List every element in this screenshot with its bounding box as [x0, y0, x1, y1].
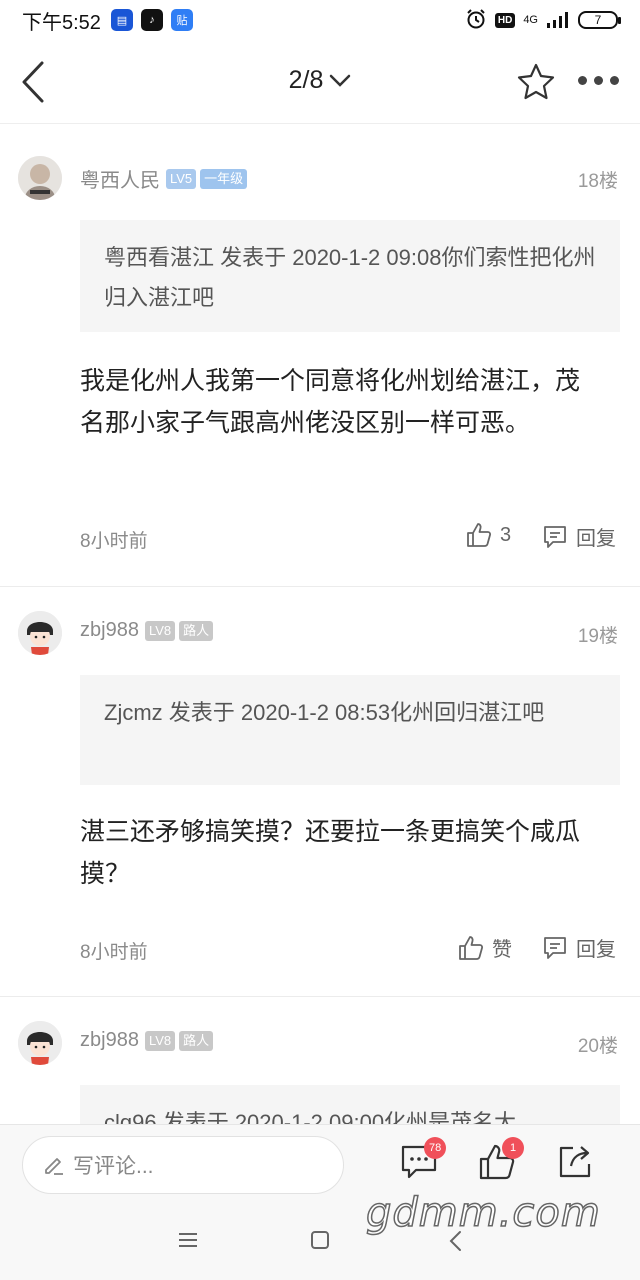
- reply-label: 回复: [576, 528, 616, 550]
- reply-button[interactable]: 回复: [542, 933, 616, 962]
- avatar[interactable]: [18, 611, 62, 655]
- comment-placeholder: 写评论...: [73, 1155, 154, 1178]
- floor-number: 18楼: [577, 171, 618, 192]
- title-badge: 路人: [179, 620, 214, 641]
- user-row: zbj988 LV8 路人: [80, 619, 214, 642]
- comment-input[interactable]: 写评论...: [22, 1136, 344, 1194]
- hd-badge: HD: [494, 12, 516, 28]
- avatar[interactable]: [18, 156, 62, 200]
- quote-block[interactable]: 粤西看湛江 发表于 2020-1-2 09:08你们索性把化州归入湛江吧: [80, 220, 620, 332]
- comment-icon: [544, 936, 566, 959]
- post-time: 8小时前: [80, 531, 148, 552]
- network-label: 4G: [523, 14, 538, 26]
- like-count: 3: [500, 523, 512, 546]
- signal-icon: [546, 10, 570, 31]
- like-button[interactable]: 赞: [458, 933, 512, 962]
- post-20: zbj988 LV8 路人 20楼 clq96 发表于 2020-1-2 09:…: [0, 997, 640, 1124]
- share-button[interactable]: [556, 1143, 594, 1186]
- thumbs-up-icon: [467, 523, 492, 547]
- title-badge: 一年级: [200, 168, 248, 189]
- post-content: 湛三还矛够搞笑摸？还要拉一条更搞笑个咸瓜摸？: [80, 818, 581, 888]
- post-content: 我是化州人我第一个同意将化州划给湛江，茂名那小家子气跟高州佬没区别一样可恶。: [80, 367, 581, 437]
- likes-count-badge: 1: [502, 1137, 524, 1159]
- username[interactable]: 粤西人民: [80, 164, 160, 193]
- user-row: zbj988 LV8 路人: [80, 1029, 214, 1052]
- username[interactable]: zbj988: [80, 1029, 139, 1052]
- like-label: 赞: [492, 939, 512, 961]
- home-icon[interactable]: [310, 1230, 330, 1255]
- share-icon: [559, 1146, 591, 1178]
- tieba-icon: 贴: [170, 9, 193, 31]
- watermark: gdmm.com: [365, 1189, 601, 1237]
- comment-icon: [544, 525, 566, 548]
- level-badge: LV8: [144, 620, 176, 641]
- floor-number: 20楼: [577, 1036, 618, 1057]
- status-bar: 下午5:52 ▤ ♪ 贴 HD 4G 7: [0, 0, 640, 40]
- status-indicators: HD 4G 7: [465, 8, 621, 33]
- divider: [0, 586, 640, 587]
- news-app-icon: ▤: [110, 9, 133, 31]
- quote-block[interactable]: clq96 发表于 2020-1-2 09:00化州是茂名大: [80, 1085, 620, 1124]
- level-badge: LV5: [166, 168, 197, 189]
- nav-bar: 2/8: [0, 40, 640, 124]
- title-badge: 路人: [179, 1030, 214, 1051]
- status-time: 下午5:52: [22, 11, 101, 34]
- thumbs-up-icon: [459, 935, 484, 960]
- tiktok-icon: ♪: [140, 9, 163, 31]
- reply-button[interactable]: 回复: [542, 522, 616, 551]
- chevron-down-icon: [330, 75, 351, 88]
- username[interactable]: zbj988: [80, 619, 139, 642]
- post-time: 8小时前: [80, 942, 148, 963]
- reply-label: 回复: [576, 939, 616, 961]
- menu-icon[interactable]: [178, 1230, 198, 1255]
- user-row: 粤西人民 LV5 一年级: [80, 164, 248, 193]
- like-post-button[interactable]: 1: [478, 1137, 524, 1186]
- more-options-icon[interactable]: [578, 76, 619, 85]
- pencil-icon: [45, 1158, 63, 1175]
- comments-count-badge: 78: [424, 1137, 447, 1159]
- page-indicator: 2/8: [288, 66, 324, 94]
- favorite-star-icon[interactable]: [516, 62, 556, 107]
- level-badge: LV8: [144, 1030, 176, 1051]
- comments-button[interactable]: 78: [400, 1137, 447, 1186]
- floor-number: 19楼: [577, 626, 618, 647]
- like-button[interactable]: 3: [466, 522, 511, 548]
- battery-icon: 7: [578, 11, 621, 29]
- avatar[interactable]: [18, 1021, 62, 1065]
- alarm-icon: [465, 8, 487, 33]
- quote-block[interactable]: Zjcmz 发表于 2020-1-2 08:53化州回归湛江吧: [80, 675, 620, 785]
